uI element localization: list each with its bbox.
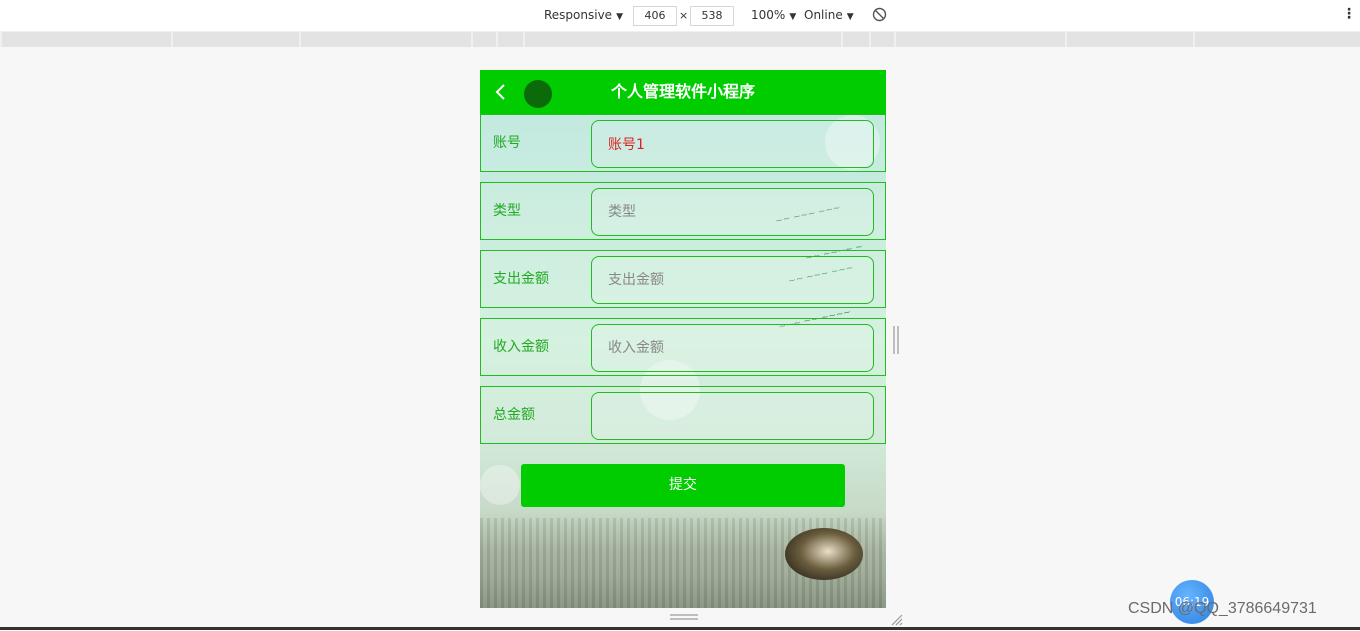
media-query-segment[interactable] [1195,32,1360,47]
income-label: 收入金额 [493,339,549,355]
grip-line [897,326,899,354]
expense-field-box [591,256,874,304]
avatar[interactable] [524,80,552,108]
more-options-icon[interactable]: ⋮ [1342,6,1356,22]
total-label: 总金额 [493,407,535,423]
device-toolbar: Responsive ▼ 406 × 538 100% ▼ Online ▼ ⋮ [0,0,1360,32]
media-query-segment[interactable] [843,32,869,47]
right-resize-handle[interactable] [893,326,899,354]
viewport-width-input[interactable]: 406 [633,6,677,26]
media-query-segment[interactable] [1067,32,1193,47]
device-mode-label: Responsive [544,8,613,22]
form-row-income: 收入金额 [480,318,886,376]
chevron-down-icon: ▼ [789,12,797,22]
total-amount-input[interactable] [592,393,873,439]
chevron-down-icon: ▼ [616,12,623,22]
media-query-segment[interactable] [498,32,523,47]
csdn-watermark: CSDN @QQ_3786649731 [1128,600,1317,617]
media-query-segment[interactable] [896,32,1065,47]
type-field-box [591,188,874,236]
form-row-expense: 支出金额 [480,250,886,308]
media-query-segment[interactable] [871,32,894,47]
back-arrow-icon[interactable] [494,84,508,100]
network-label: Online [804,8,843,22]
media-query-bar[interactable] [0,31,1360,47]
form-row-account: 账号 [480,114,886,172]
media-query-segment[interactable] [473,32,496,47]
type-input[interactable] [592,189,873,235]
app-header: 个人管理软件小程序 [480,70,886,114]
media-query-segment[interactable] [525,32,841,47]
form-row-type: 类型 [480,182,886,240]
media-query-segment[interactable] [2,32,171,47]
media-query-segment[interactable] [173,32,299,47]
background-seashell [785,528,863,580]
income-field-box [591,324,874,372]
device-mode-select[interactable]: Responsive ▼ [544,8,623,22]
type-label: 类型 [493,203,521,219]
form-row-total: 总金额 [480,386,886,444]
grip-line [893,326,895,354]
chevron-down-icon: ▼ [846,12,854,22]
total-field-box [591,392,874,440]
account-field-box [591,120,874,168]
media-query-segment[interactable] [301,32,471,47]
network-throttle-select[interactable]: Online ▼ [804,8,854,22]
income-amount-input[interactable] [592,325,873,371]
dimension-separator: × [679,9,689,22]
background-bokeh [480,465,520,505]
zoom-select[interactable]: 100% ▼ [751,8,796,22]
device-viewport: ~~ ~~~ ~~~ ~~ ~~~~ ~ ~~ ~~~ ~~~ ~~~ ~~ ~… [480,70,886,608]
expense-amount-input[interactable] [592,257,873,303]
bottom-resize-handle[interactable] [670,614,698,620]
zoom-label: 100% [751,8,786,22]
expense-label: 支出金额 [493,271,549,287]
submit-button[interactable]: 提交 [521,464,845,507]
account-label: 账号 [493,135,521,151]
viewport-height-input[interactable]: 538 [690,6,734,26]
grip-line [670,614,698,616]
rotate-icon[interactable] [872,7,887,25]
grip-line [670,618,698,620]
account-input[interactable] [592,121,873,167]
corner-resize-icon[interactable] [890,612,904,626]
